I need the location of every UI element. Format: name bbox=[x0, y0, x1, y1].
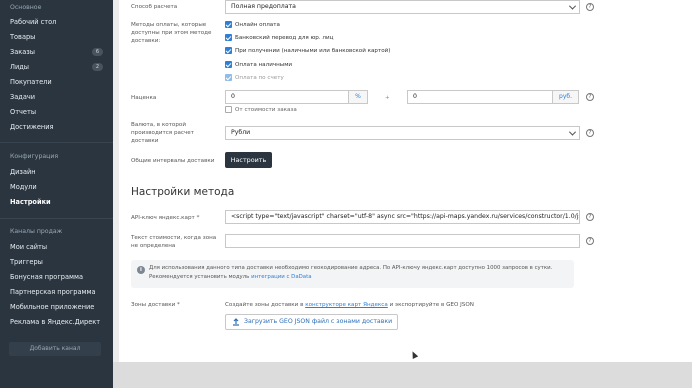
sidebar-item-leads[interactable]: Лиды 2 bbox=[10, 61, 105, 73]
payment-option-checkbox-on-receipt[interactable] bbox=[225, 47, 232, 54]
delivery-zones-label: Зоны доставки * bbox=[131, 302, 180, 308]
delivery-intervals-label: Общие интервалы доставки bbox=[131, 158, 215, 164]
info-text-prefix: Рекомендуется установить модуль bbox=[149, 274, 252, 280]
sidebar-item-label: Лиды bbox=[10, 63, 30, 71]
api-key-label: API-ключ яндекс.карт * bbox=[131, 215, 200, 221]
payment-method-label: Способ расчета bbox=[131, 4, 178, 10]
info-text: Для использования данного типа доставки … bbox=[149, 264, 569, 282]
help-icon[interactable]: ? bbox=[586, 93, 594, 101]
payment-option-label: При получении (наличными или банковской … bbox=[235, 48, 391, 54]
markup-plus-sign: + bbox=[385, 95, 390, 101]
currency-label: Валюта, в которой производится расчет до… bbox=[131, 122, 194, 144]
payment-method-select[interactable]: Полная предоплата bbox=[225, 0, 580, 14]
help-icon[interactable]: ? bbox=[586, 237, 594, 245]
chevron-down-icon bbox=[568, 2, 577, 10]
currency-select[interactable]: Рубли bbox=[225, 126, 580, 140]
sidebar-item-partner-program[interactable]: Партнерская программа bbox=[10, 286, 105, 298]
markup-percent-input[interactable]: 0 bbox=[225, 90, 349, 104]
info-text-line: Для использования данного типа доставки … bbox=[149, 265, 553, 271]
sidebar-item-achievements[interactable]: Достижения bbox=[10, 121, 105, 133]
section-title: Настройки метода bbox=[131, 186, 235, 198]
sidebar-section-config: Конфигурация bbox=[10, 153, 59, 160]
sidebar-item-triggers[interactable]: Триггеры bbox=[10, 256, 105, 268]
sidebar-section-main: Основное bbox=[10, 4, 42, 11]
main-content: Способ расчета Полная предоплата ? Метод… bbox=[119, 0, 692, 362]
info-box: i Для использования данного типа доставк… bbox=[131, 260, 574, 288]
payment-option-checkbox-online[interactable] bbox=[225, 21, 232, 28]
help-icon[interactable]: ? bbox=[586, 3, 594, 11]
upload-geojson-button[interactable]: Загрузить GEO JSON файл с зонами доставк… bbox=[225, 314, 398, 330]
chevron-down-icon bbox=[568, 128, 577, 136]
payment-method-value: Полная предоплата bbox=[231, 3, 296, 10]
cost-text-label: Текст стоимости, когда зона не определен… bbox=[131, 235, 217, 249]
sidebar-section-channels: Каналы продаж bbox=[10, 228, 63, 235]
sidebar-item-mobile-app[interactable]: Мобильное приложение bbox=[10, 301, 105, 313]
payment-option-checkbox-invoice bbox=[225, 74, 232, 81]
percent-unit: % bbox=[348, 90, 368, 104]
info-icon: i bbox=[137, 266, 145, 274]
help-icon[interactable]: ? bbox=[586, 129, 594, 137]
configure-intervals-button[interactable]: Настроить bbox=[225, 152, 272, 168]
help-icon[interactable]: ? bbox=[586, 213, 594, 221]
sidebar: Основное Рабочий стол Товары Заказы 6 Лид… bbox=[0, 0, 113, 388]
sidebar-item-yandex-direct[interactable]: Реклама в Яндекс.Директ bbox=[10, 316, 105, 328]
zones-hint-suffix: и экспортируйте в GEO JSON bbox=[387, 302, 474, 308]
payment-option-checkbox-cash[interactable] bbox=[225, 61, 232, 68]
payment-option-checkbox-bank-transfer[interactable] bbox=[225, 34, 232, 41]
sidebar-item-my-sites[interactable]: Мои сайты bbox=[10, 241, 105, 253]
sidebar-divider bbox=[0, 218, 113, 219]
markup-rub-input[interactable]: 0 bbox=[407, 90, 553, 104]
sidebar-item-reports[interactable]: Отчеты bbox=[10, 106, 105, 118]
rub-unit: руб. bbox=[552, 90, 579, 104]
sidebar-item-modules[interactable]: Модули bbox=[10, 181, 105, 193]
yandex-map-constructor-link[interactable]: конструкторе карт Яндекса bbox=[305, 302, 388, 308]
dadata-integration-link[interactable]: интеграции с DaData bbox=[251, 274, 311, 280]
upload-icon bbox=[233, 318, 239, 326]
sidebar-item-bonus-program[interactable]: Бонусная программа bbox=[10, 271, 105, 283]
sidebar-divider bbox=[0, 142, 113, 143]
api-key-input[interactable]: <script type="text/javascript" charset="… bbox=[225, 210, 580, 224]
orders-count-badge: 6 bbox=[92, 48, 103, 56]
sidebar-item-customers[interactable]: Покупатели bbox=[10, 76, 105, 88]
sidebar-item-settings[interactable]: Настройки bbox=[10, 196, 105, 208]
sidebar-item-orders[interactable]: Заказы 6 bbox=[10, 46, 105, 58]
payment-option-label: Оплата по счету bbox=[235, 75, 284, 81]
sidebar-item-design[interactable]: Дизайн bbox=[10, 166, 105, 178]
cost-text-input[interactable] bbox=[225, 234, 580, 248]
markup-label: Наценка bbox=[131, 95, 157, 101]
sidebar-item-dashboard[interactable]: Рабочий стол bbox=[10, 16, 105, 28]
bottom-strip bbox=[113, 362, 692, 388]
sidebar-item-products[interactable]: Товары bbox=[10, 31, 105, 43]
add-channel-button[interactable]: Добавить канал bbox=[9, 342, 101, 356]
leads-count-badge: 2 bbox=[92, 63, 103, 71]
sidebar-item-tasks[interactable]: Задачи bbox=[10, 91, 105, 103]
payment-option-label: Оплата наличными bbox=[235, 62, 293, 68]
upload-button-label: Загрузить GEO JSON файл с зонами доставк… bbox=[244, 318, 393, 325]
payment-option-label: Банковский перевод для юр. лиц bbox=[235, 35, 334, 41]
info-text-line: Рекомендуется установить модуль интеграц… bbox=[149, 273, 569, 282]
markup-from-order-label: От стоимости заказа bbox=[235, 107, 297, 113]
payment-options-label: Методы оплаты, которые доступны при этом… bbox=[131, 22, 212, 44]
markup-from-order-checkbox[interactable] bbox=[225, 106, 232, 113]
zones-hint-prefix: Создайте зоны доставки в bbox=[225, 302, 306, 308]
sidebar-item-label: Заказы bbox=[10, 48, 36, 56]
delivery-zones-hint: Создайте зоны доставки в конструкторе ка… bbox=[225, 301, 474, 309]
payment-option-label: Онлайн оплата bbox=[235, 22, 280, 28]
currency-value: Рубли bbox=[231, 129, 251, 136]
